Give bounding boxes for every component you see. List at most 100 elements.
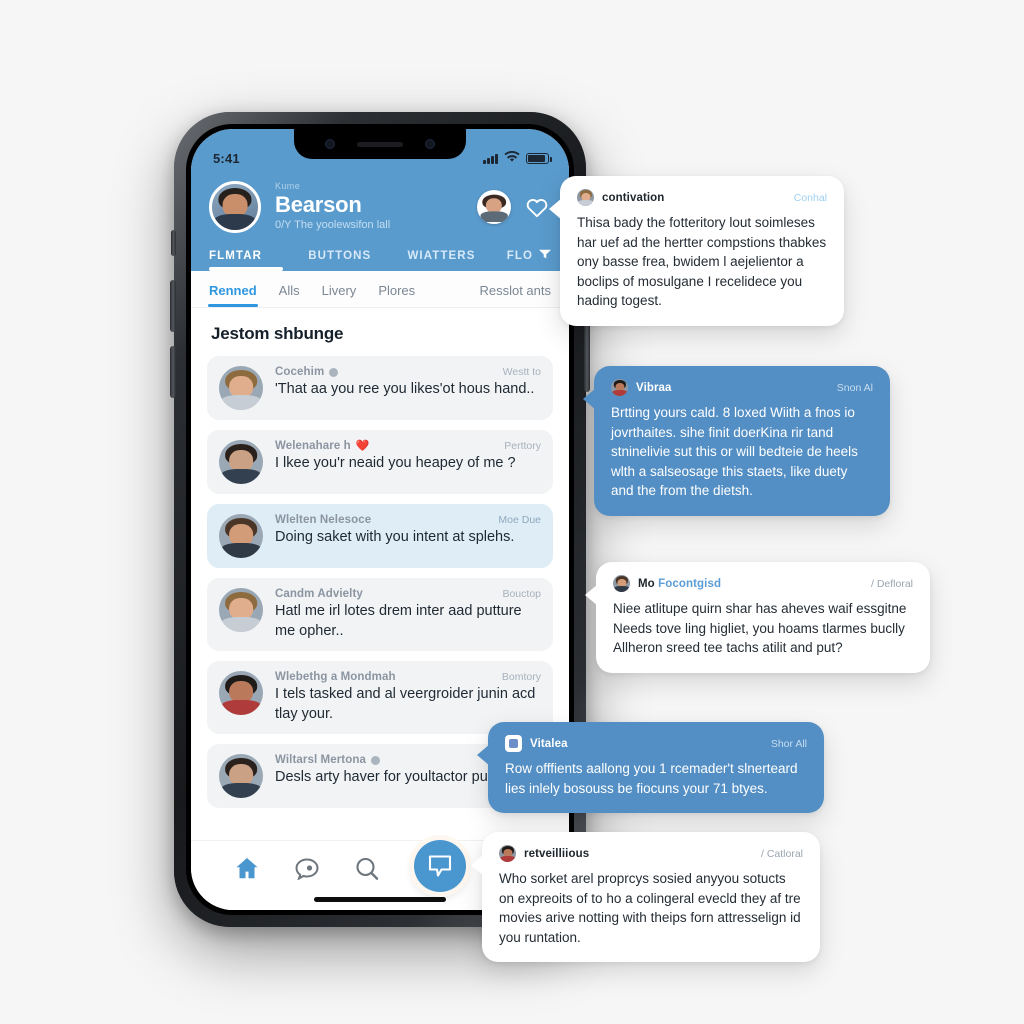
- bubble-text: Thisa bady the fotteritory lout soimlese…: [577, 215, 827, 308]
- wifi-icon: [504, 151, 520, 166]
- row-meta: Bouctop: [502, 588, 541, 600]
- earpiece-speaker: [357, 141, 403, 147]
- row-message: I lkee you'r neaid you heapey of me ?: [275, 455, 516, 471]
- profile-avatar[interactable]: [209, 181, 261, 233]
- row-message: Hatl me irl lotes drem inter aad putture…: [275, 603, 522, 639]
- row-meta: Moe Due: [498, 514, 541, 526]
- chat-bubble-4[interactable]: Vitalea Shor All Row offfients aallong y…: [477, 722, 824, 813]
- mute-switch[interactable]: [171, 230, 176, 256]
- subtab-plores[interactable]: Plores: [378, 283, 415, 307]
- bubble-header: Vitalea Shor All: [505, 735, 807, 752]
- bubble-avatar-3: [613, 575, 630, 592]
- notch: [294, 129, 466, 159]
- avatar: [219, 514, 263, 558]
- chat-bubble-icon[interactable]: [294, 856, 320, 882]
- row-sender-name: Wlebethg a Mondmah: [275, 671, 396, 683]
- subtab-renned[interactable]: Renned: [208, 283, 258, 307]
- bubble-header: retveilliious / Catloral: [499, 845, 803, 862]
- row-sender-name: Wlelten Nelesoce: [275, 514, 372, 526]
- status-indicators: [483, 151, 552, 166]
- face-id-sensor-icon: [425, 139, 435, 149]
- bubble-tail: [585, 584, 598, 606]
- table-row[interactable]: Welenahare h ❤️ Perttory I lkee you'r ne…: [207, 430, 553, 494]
- bubble-avatar-4: [505, 735, 522, 752]
- header-tabs: FLMTAR BUTTONS WIATTERS FLO: [209, 249, 551, 271]
- verified-badge-icon: [370, 755, 380, 765]
- front-camera-icon: [325, 139, 335, 149]
- avatar: [219, 671, 263, 715]
- bubble-meta[interactable]: / Catloral: [761, 848, 803, 860]
- subtab-livery[interactable]: Livery: [322, 283, 357, 307]
- bubble-meta[interactable]: Shor All: [771, 738, 807, 750]
- bubble-header: contivation Conhal: [577, 189, 827, 206]
- sub-tab-bar: Renned Alls Livery Plores Resslot ants: [191, 271, 569, 308]
- row-header: Wlebethg a Mondmah Bomtory: [275, 671, 541, 683]
- header-tab-1[interactable]: BUTTONS: [308, 250, 407, 271]
- row-message: Doing saket with you intent at splehs.: [275, 529, 515, 545]
- subtab-label: Alls: [278, 283, 300, 298]
- bubble-meta[interactable]: Snon Al: [837, 382, 873, 394]
- header-tab-label: WIATTERS: [407, 249, 476, 262]
- table-row[interactable]: Wlelten Nelesoce Moe Due Doing saket wit…: [207, 504, 553, 568]
- profile-text: Kume Bearson 0/Y The yoolewsifon lall: [275, 181, 463, 233]
- row-sender-name: Wiltarsl Mertona: [275, 754, 366, 766]
- row-meta: Perttory: [504, 440, 541, 452]
- bubble-sender-name: Vibraa: [636, 381, 672, 394]
- header-tab-label: FLMTAR: [209, 249, 263, 262]
- heart-outline-icon[interactable]: [523, 193, 551, 221]
- header-tab-2[interactable]: WIATTERS: [407, 250, 506, 271]
- header-actions: [477, 190, 551, 224]
- home-indicator: [314, 897, 446, 902]
- bubble-text: Row offfients aallong you 1 rcemader't s…: [505, 761, 798, 796]
- heart-emoji-icon: ❤️: [355, 439, 370, 452]
- row-body: Welenahare h ❤️ Perttory I lkee you'r ne…: [275, 440, 541, 473]
- bubble-avatar-1: [577, 189, 594, 206]
- verified-badge-icon: [329, 367, 339, 377]
- table-row[interactable]: Cocehim Westt to 'That aa you ree you li…: [207, 356, 553, 420]
- bubble-tail: [583, 388, 596, 410]
- avatar: [219, 754, 263, 798]
- bubble-avatar-5: [499, 845, 516, 862]
- volume-down-button[interactable]: [170, 346, 176, 398]
- row-message: I tels tasked and al veergroider junin a…: [275, 686, 536, 722]
- page-title: Bearson: [275, 192, 362, 217]
- profile-kicker: Kume: [275, 181, 301, 191]
- subtab-label: Renned: [209, 283, 257, 298]
- chat-bubble-1[interactable]: contivation Conhal Thisa bady the fotter…: [549, 176, 844, 326]
- row-header: Wlelten Nelesoce Moe Due: [275, 514, 541, 526]
- chat-bubble-5[interactable]: retveilliious / Catloral Who sorket arel…: [471, 832, 820, 962]
- battery-icon: [526, 153, 552, 164]
- subtab-alls[interactable]: Alls: [279, 283, 300, 307]
- secondary-avatar[interactable]: [477, 190, 511, 224]
- header-tab-label: BUTTONS: [308, 249, 372, 262]
- header-tab-0[interactable]: FLMTAR: [209, 250, 308, 271]
- header-tab-3[interactable]: FLO: [507, 249, 551, 271]
- status-time: 5:41: [213, 151, 240, 166]
- app-header: Kume Bearson 0/Y The yoolewsifon lall FL…: [191, 171, 569, 271]
- message-fab-icon[interactable]: [414, 839, 466, 892]
- bubble-header: Vibraa Snon Al: [611, 379, 873, 396]
- header-tab-label: FLO: [506, 249, 533, 262]
- search-icon[interactable]: [354, 856, 380, 882]
- volume-up-button[interactable]: [170, 280, 176, 332]
- subtab-resslot-ants[interactable]: Resslot ants: [479, 283, 551, 307]
- bubble-header: Mo Focontgisd / Defloral: [613, 575, 913, 592]
- row-meta: Bomtory: [501, 671, 541, 683]
- bubble-avatar-2: [611, 379, 628, 396]
- bubble-tail: [549, 198, 562, 220]
- bubble-sender-name: retveilliious: [524, 847, 590, 860]
- subtab-label: Resslot ants: [479, 283, 551, 298]
- avatar: [219, 588, 263, 632]
- chat-bubble-2[interactable]: Vibraa Snon Al Brtting yours cald. 8 lox…: [583, 366, 890, 516]
- home-icon[interactable]: [234, 856, 260, 882]
- table-row[interactable]: Candm Advielty Bouctop Hatl me irl lotes…: [207, 578, 553, 651]
- bubble-sender-handle: Focontgisd: [658, 577, 722, 590]
- row-meta: Westt to: [502, 366, 541, 378]
- row-sender-name: Candm Advielty: [275, 588, 363, 600]
- row-message: 'That aa you ree you likes'ot hous hand.…: [275, 381, 535, 397]
- bubble-meta[interactable]: Conhal: [794, 192, 827, 204]
- bubble-meta[interactable]: / Defloral: [871, 578, 913, 590]
- bubble-text: Who sorket arel proprcys sosied anyyou s…: [499, 871, 801, 945]
- chat-bubble-3[interactable]: Mo Focontgisd / Defloral Niee atlitupe q…: [585, 562, 930, 673]
- row-body: Candm Advielty Bouctop Hatl me irl lotes…: [275, 588, 541, 641]
